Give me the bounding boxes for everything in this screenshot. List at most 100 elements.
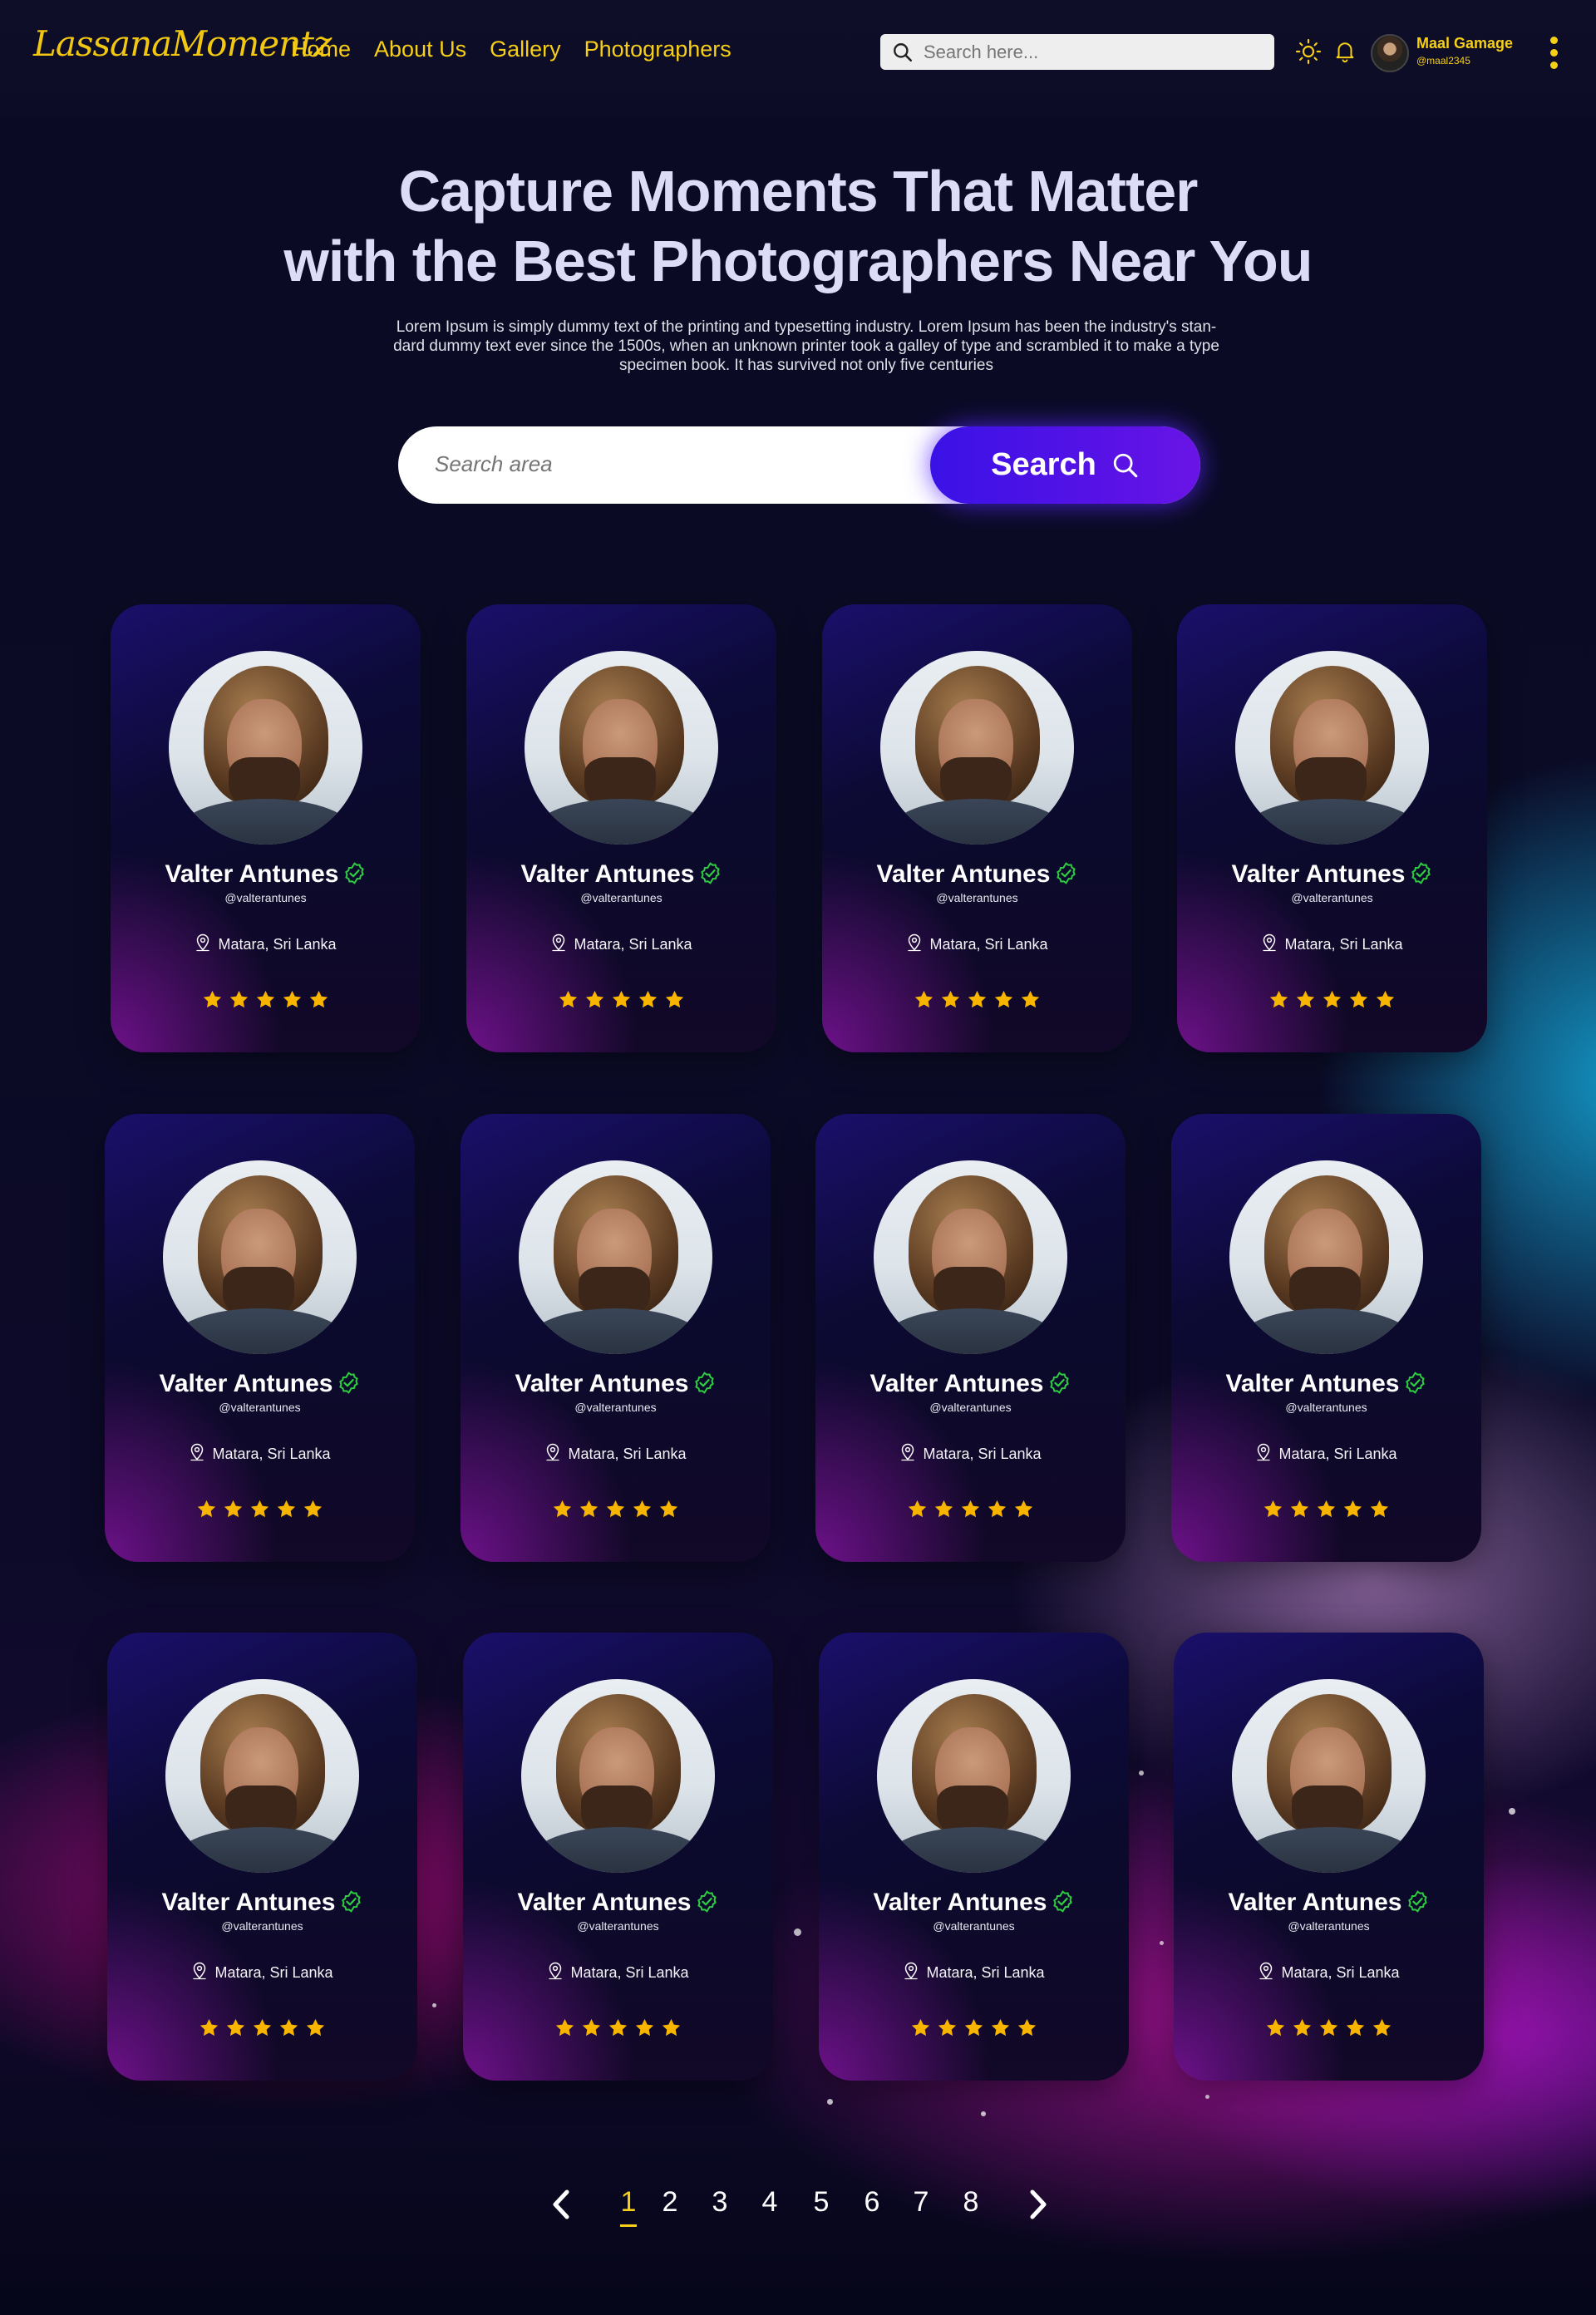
photographer-photo[interactable] <box>1235 651 1429 845</box>
photographer-name[interactable]: Valter Antunes <box>1177 860 1487 891</box>
page-8[interactable]: 8 <box>954 2186 988 2219</box>
photographer-photo[interactable] <box>1232 1679 1426 1873</box>
chevron-left-icon[interactable] <box>549 2188 574 2221</box>
star-icon <box>990 2017 1011 2042</box>
chevron-right-icon[interactable] <box>1026 2188 1051 2221</box>
photographer-location: Matara, Sri Lanka <box>107 1962 417 1984</box>
location-text: Matara, Sri Lanka <box>1284 936 1403 953</box>
photographer-name[interactable]: Valter Antunes <box>107 1889 417 1919</box>
photographer-location: Matara, Sri Lanka <box>815 1443 1126 1465</box>
verified-badge-icon <box>1052 1890 1074 1919</box>
photographer-photo[interactable] <box>880 651 1074 845</box>
photographer-photo[interactable] <box>169 651 362 845</box>
photographer-handle: @valterantunes <box>1288 1919 1370 1933</box>
page-3[interactable]: 3 <box>703 2186 736 2219</box>
sun-icon[interactable] <box>1295 38 1322 65</box>
more-menu-icon[interactable] <box>1550 37 1558 69</box>
photographer-photo[interactable] <box>165 1679 359 1873</box>
star-icon <box>579 1499 599 1523</box>
sparkle <box>1205 2095 1209 2099</box>
rating-stars <box>107 2017 417 2042</box>
area-search-input[interactable] <box>435 451 900 477</box>
page-5[interactable]: 5 <box>805 2186 838 2219</box>
star-icon <box>255 989 276 1013</box>
photographer-card[interactable]: Valter Antunes @valterantunes Matara, Sri … <box>105 1114 415 1562</box>
page-6[interactable]: 6 <box>855 2186 889 2219</box>
star-icon <box>1017 2017 1037 2042</box>
photographer-card[interactable]: Valter Antunes @valterantunes Matara, Sri … <box>815 1114 1126 1562</box>
photographer-location: Matara, Sri Lanka <box>819 1962 1129 1984</box>
photographer-photo[interactable] <box>519 1160 712 1354</box>
user-avatar[interactable] <box>1371 34 1409 72</box>
star-icon <box>664 989 685 1013</box>
star-icon <box>249 1499 270 1523</box>
star-icon <box>202 989 223 1013</box>
photographer-name[interactable]: Valter Antunes <box>815 1370 1126 1401</box>
star-icon <box>605 1499 626 1523</box>
star-icon <box>1292 2017 1313 2042</box>
photographer-name[interactable]: Valter Antunes <box>105 1370 415 1401</box>
photographer-card[interactable]: Valter Antunes @valterantunes Matara, Sri … <box>466 604 776 1052</box>
verified-badge-icon <box>343 862 366 891</box>
location-text: Matara, Sri Lanka <box>929 936 1048 953</box>
photographer-card[interactable]: Valter Antunes @valterantunes Matara, Sri … <box>822 604 1132 1052</box>
photographer-name[interactable]: Valter Antunes <box>463 1889 773 1919</box>
star-icon <box>1265 2017 1286 2042</box>
photographer-name-text: Valter Antunes <box>869 1370 1044 1397</box>
photographer-handle: @valterantunes <box>577 1919 659 1933</box>
photographer-name[interactable]: Valter Antunes <box>111 860 421 891</box>
photographer-name-text: Valter Antunes <box>873 1889 1047 1916</box>
star-icon <box>960 1499 981 1523</box>
photographer-card[interactable]: Valter Antunes @valterantunes Matara, Sri … <box>461 1114 771 1562</box>
photographer-name[interactable]: Valter Antunes <box>466 860 776 891</box>
photographer-card[interactable]: Valter Antunes @valterantunes Matara, Sri … <box>1174 1633 1484 2081</box>
nav-gallery[interactable]: Gallery <box>490 37 561 62</box>
photographer-card[interactable]: Valter Antunes @valterantunes Matara, Sri … <box>463 1633 773 2081</box>
photographer-card[interactable]: Valter Antunes @valterantunes Matara, Sri … <box>1177 604 1487 1052</box>
star-icon <box>632 1499 653 1523</box>
verified-badge-icon <box>340 1890 362 1919</box>
photographer-name[interactable]: Valter Antunes <box>1171 1370 1481 1401</box>
photographer-card[interactable]: Valter Antunes @valterantunes Matara, Sri … <box>1171 1114 1481 1562</box>
photographer-photo[interactable] <box>525 651 718 845</box>
rating-stars <box>105 1499 415 1523</box>
photographer-name[interactable]: Valter Antunes <box>461 1370 771 1401</box>
star-icon <box>1342 1499 1363 1523</box>
bell-icon[interactable] <box>1332 38 1357 63</box>
site-logo[interactable]: LassanaMomentz <box>33 23 332 64</box>
area-search-button[interactable]: Search <box>930 426 1200 504</box>
star-icon <box>1345 2017 1366 2042</box>
star-icon <box>1289 1499 1310 1523</box>
photographer-name[interactable]: Valter Antunes <box>819 1889 1129 1919</box>
photographer-photo[interactable] <box>521 1679 715 1873</box>
photographer-photo[interactable] <box>874 1160 1067 1354</box>
photographer-handle: @valterantunes <box>1285 1401 1367 1414</box>
photographer-card[interactable]: Valter Antunes @valterantunes Matara, Sri … <box>111 604 421 1052</box>
page-1[interactable]: 1 <box>612 2186 645 2219</box>
star-icon <box>661 2017 682 2042</box>
photographer-name[interactable]: Valter Antunes <box>1174 1889 1484 1919</box>
header-search-input[interactable] <box>924 41 1256 63</box>
star-icon <box>229 989 249 1013</box>
nav-about-us[interactable]: About Us <box>374 37 466 62</box>
photographer-name[interactable]: Valter Antunes <box>822 860 1132 891</box>
hero-description-line: dard dummy text ever since the 1500s, wh… <box>393 337 1219 355</box>
nav-home[interactable]: Home <box>291 37 351 62</box>
page-2[interactable]: 2 <box>653 2186 687 2219</box>
star-icon <box>1263 1499 1283 1523</box>
photographer-photo[interactable] <box>877 1679 1071 1873</box>
photographer-photo[interactable] <box>1229 1160 1423 1354</box>
star-icon <box>276 1499 297 1523</box>
page-4[interactable]: 4 <box>753 2186 786 2219</box>
photographer-handle: @valterantunes <box>221 1919 303 1933</box>
page-7[interactable]: 7 <box>904 2186 938 2219</box>
photographer-card[interactable]: Valter Antunes @valterantunes Matara, Sri … <box>819 1633 1129 2081</box>
photographer-handle: @valterantunes <box>224 891 307 904</box>
photographer-name-text: Valter Antunes <box>517 1889 692 1916</box>
nav-photographers[interactable]: Photographers <box>584 37 732 62</box>
location-pin-icon <box>906 933 923 956</box>
photographer-handle: @valterantunes <box>580 891 663 904</box>
photographer-handle: @valterantunes <box>929 1401 1012 1414</box>
photographer-photo[interactable] <box>163 1160 357 1354</box>
photographer-card[interactable]: Valter Antunes @valterantunes Matara, Sri … <box>107 1633 417 2081</box>
